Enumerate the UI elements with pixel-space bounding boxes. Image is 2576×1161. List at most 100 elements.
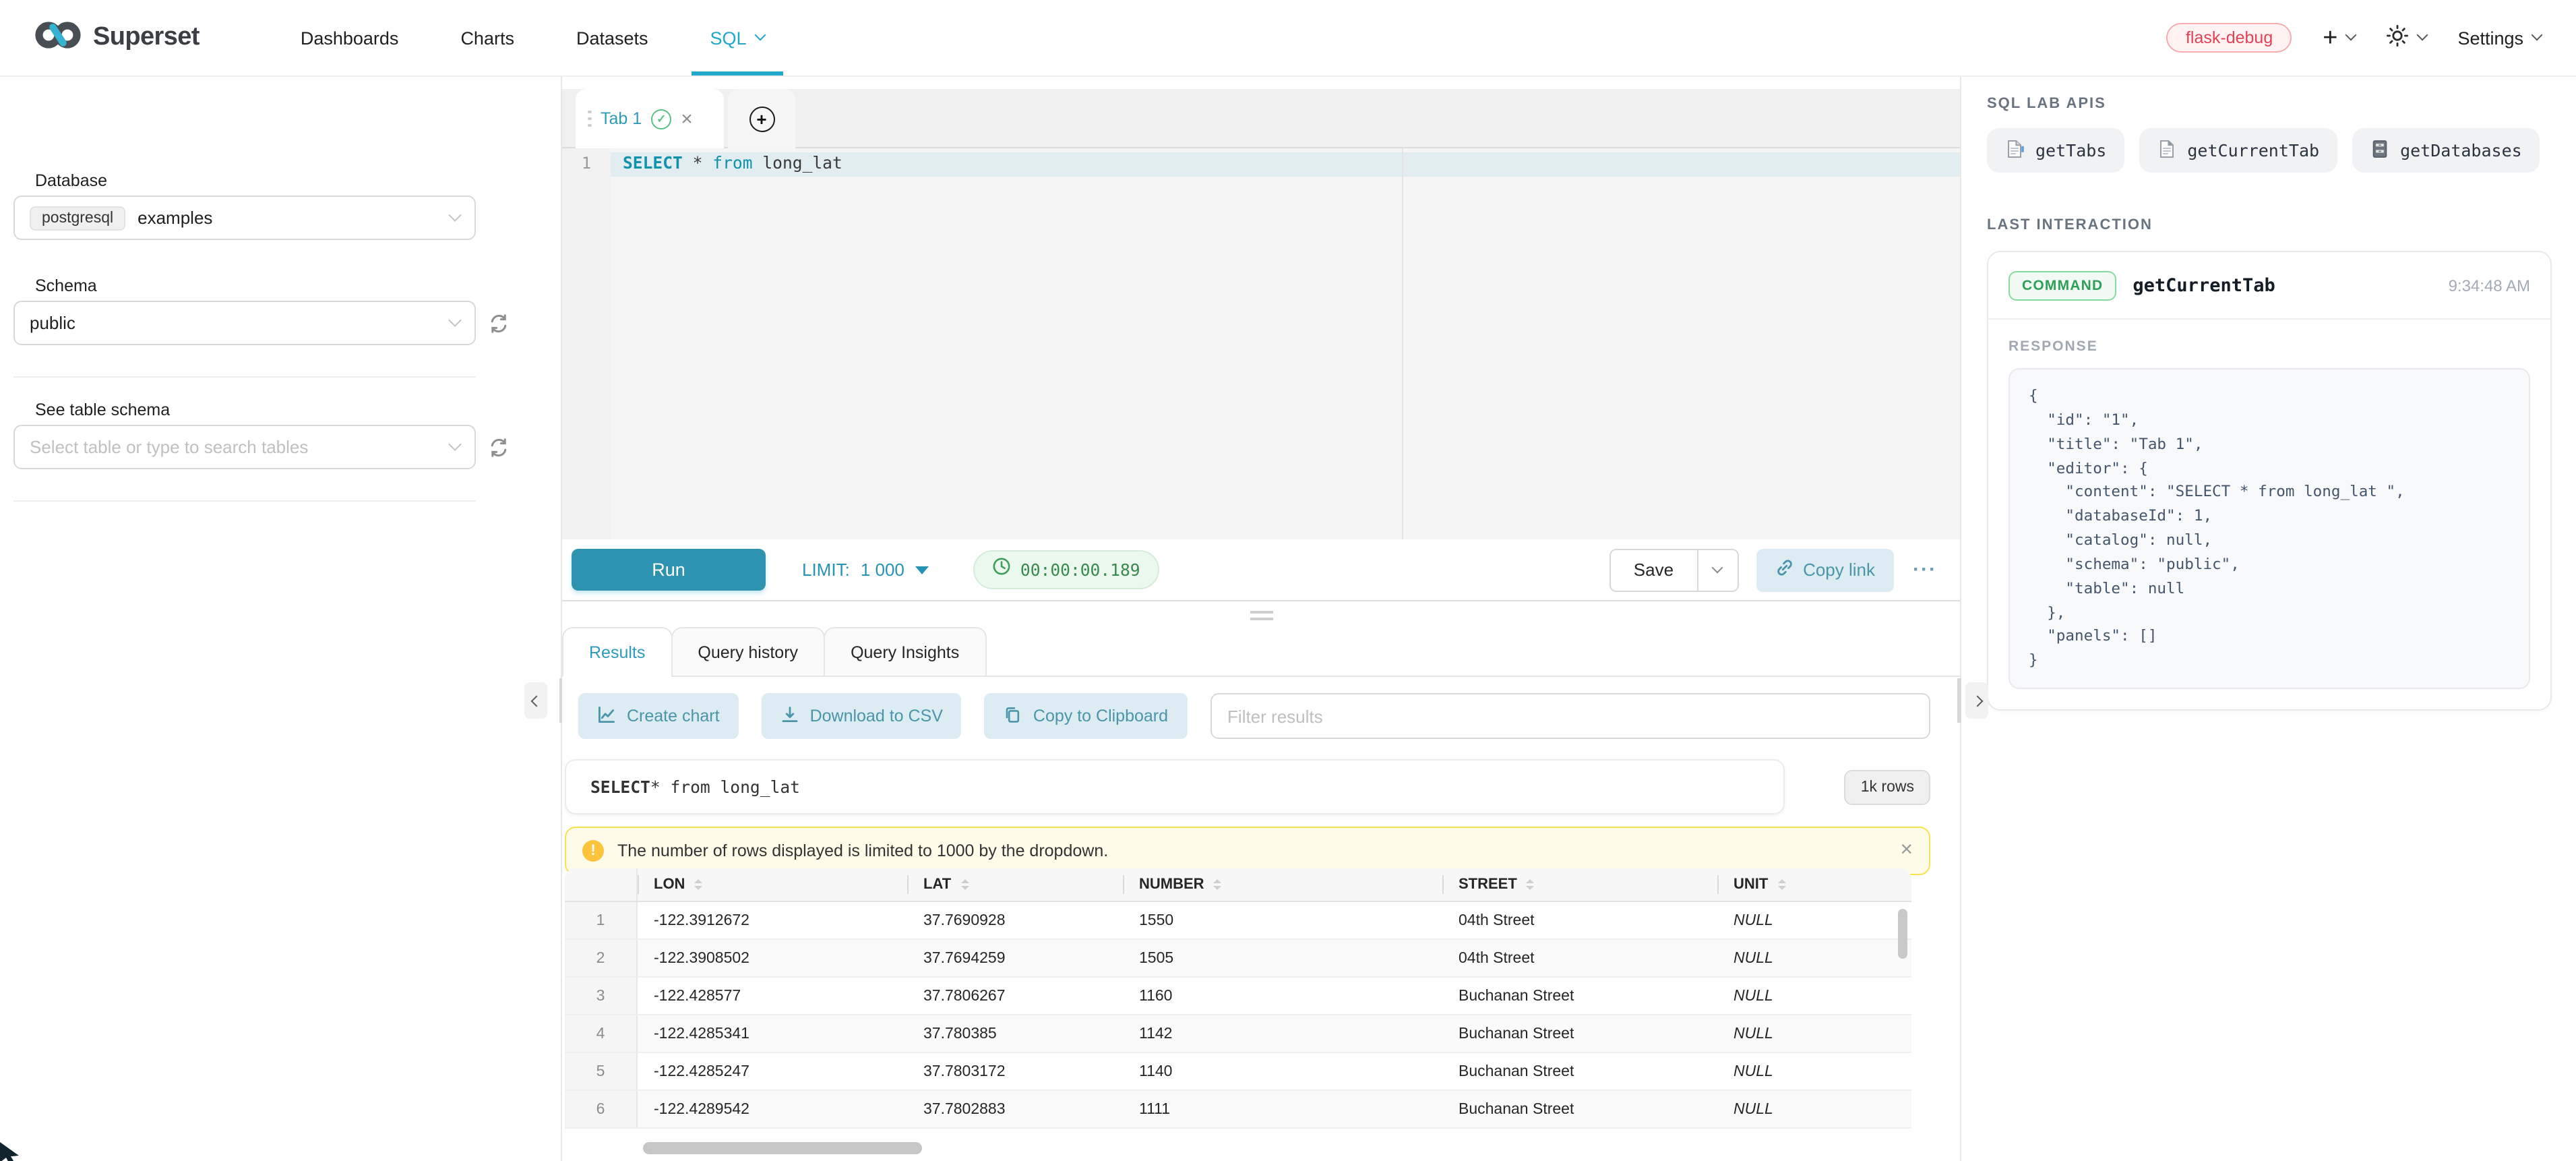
brand-title: Superset [93, 23, 200, 53]
sidebar-divider [13, 500, 476, 502]
mouse-cursor [0, 1139, 23, 1161]
line-number: 1 [562, 154, 611, 173]
chevron-down-icon [754, 30, 766, 41]
command-badge: COMMAND [2008, 270, 2116, 300]
link-icon [1775, 558, 1793, 581]
editor-tab-1[interactable]: Tab 1 ✓ × [576, 89, 724, 148]
nav-charts[interactable]: Charts [429, 0, 545, 76]
table-vertical-scrollbar[interactable] [1898, 909, 1907, 959]
sql-code-line: SELECT * from long_lat [623, 154, 842, 173]
collapse-sidebar-button[interactable] [524, 682, 547, 719]
sort-icon[interactable] [1777, 880, 1785, 890]
close-warning-icon[interactable]: × [1900, 840, 1913, 862]
column-header-unit[interactable]: UNIT [1717, 868, 1911, 901]
column-header-number[interactable]: NUMBER [1123, 868, 1442, 901]
limit-dropdown[interactable]: LIMIT: 1 000 [802, 560, 929, 580]
sort-icon[interactable] [1214, 880, 1222, 890]
save-split-button: Save [1609, 548, 1738, 591]
copy-clipboard-button[interactable]: Copy to Clipboard [985, 693, 1187, 739]
get-databases-button[interactable]: getDatabases [2352, 128, 2540, 173]
new-item-button[interactable]: + [2323, 25, 2355, 51]
plus-circle-icon: + [749, 106, 774, 131]
sort-icon[interactable] [960, 880, 969, 890]
table-select[interactable]: Select table or type to search tables [13, 425, 476, 469]
tab-query-history[interactable]: Query history [671, 627, 825, 677]
chevron-down-icon [448, 438, 462, 451]
last-interaction-card: COMMAND getCurrentTab 9:34:48 AM RESPONS… [1987, 251, 2552, 711]
save-options-button[interactable] [1698, 549, 1737, 590]
command-name: getCurrentTab [2133, 274, 2275, 296]
nav-dashboards[interactable]: Dashboards [270, 0, 430, 76]
page-tabs-icon [2004, 138, 2025, 162]
tab-results[interactable]: Results [562, 627, 672, 677]
editor-tabstrip: Tab 1 ✓ × + [562, 89, 1960, 148]
sort-icon[interactable] [1527, 880, 1535, 890]
sql-editor-panel: Tab 1 ✓ × + 1 SELECT * from long_lat Run [562, 77, 1961, 1161]
table-row[interactable]: 4 -122.4285341 37.780385 1142 Buchanan S… [565, 1015, 1911, 1053]
refresh-schemas-icon[interactable] [488, 313, 510, 334]
chevron-down-icon [1712, 562, 1723, 573]
nav-sql[interactable]: SQL [679, 0, 795, 76]
database-value: examples [137, 208, 212, 228]
column-header-street[interactable]: STREET [1442, 868, 1717, 901]
database-select[interactable]: postgresql examples [13, 196, 476, 240]
table-row[interactable]: 2 -122.3908502 37.7694259 1505 04th Stre… [565, 940, 1911, 978]
column-header-lon[interactable]: LON [638, 868, 907, 901]
query-preview: SELECT * from long_lat [565, 759, 1785, 814]
run-button[interactable]: Run [572, 549, 766, 591]
interaction-body: RESPONSE { "id": "1", "title": "Tab 1", … [1988, 320, 2550, 709]
drag-grip-icon[interactable] [588, 111, 591, 127]
column-header-lat[interactable]: LAT [907, 868, 1123, 901]
chevron-down-icon [448, 208, 462, 222]
navbar-right: flask-debug + Settings [2167, 0, 2541, 76]
panel-resize-handle[interactable] [1957, 678, 1961, 723]
main-nav: Dashboards Charts Datasets SQL [270, 0, 795, 76]
editor-gutter [562, 148, 611, 539]
table-row[interactable]: 6 -122.4289542 37.7802883 1111 Buchanan … [565, 1091, 1911, 1129]
line-chart-icon [597, 705, 616, 727]
file-cabinet-icon [2369, 138, 2389, 162]
table-row[interactable]: 1 -122.3912672 37.7690928 1550 04th Stre… [565, 902, 1911, 940]
query-timer: 00:00:00.189 [973, 550, 1159, 589]
download-csv-button[interactable]: Download to CSV [762, 693, 962, 739]
collapse-api-panel-button[interactable] [1965, 682, 1988, 719]
save-button[interactable]: Save [1611, 549, 1698, 590]
filter-results-input[interactable] [1210, 693, 1930, 739]
warning-icon: ! [582, 840, 604, 862]
environment-badge: flask-debug [2167, 23, 2292, 53]
schema-select[interactable]: public [13, 301, 476, 345]
copy-icon [1004, 705, 1022, 727]
table-horizontal-scrollbar[interactable] [565, 1141, 1929, 1157]
row-number-header [565, 868, 638, 901]
pane-resize-handle[interactable] [1250, 611, 1272, 620]
theme-toggle-button[interactable] [2386, 24, 2426, 51]
more-actions-button[interactable]: ··· [1913, 558, 1937, 581]
close-tab-icon[interactable]: × [681, 109, 693, 129]
sql-code-editor[interactable]: 1 SELECT * from long_lat [562, 148, 1960, 539]
settings-menu[interactable]: Settings [2457, 28, 2541, 48]
nav-datasets[interactable]: Datasets [545, 0, 679, 76]
table-row[interactable]: 5 -122.4285247 37.7803172 1140 Buchanan … [565, 1053, 1911, 1091]
query-preview-row: SELECT * from long_lat 1k rows [565, 759, 1930, 814]
add-tab-button[interactable]: + [728, 89, 795, 148]
table-row[interactable]: 3 -122.428577 37.7806267 1160 Buchanan S… [565, 978, 1911, 1015]
refresh-tables-icon[interactable] [488, 437, 510, 458]
api-buttons: getTabs getCurrentTab [1987, 128, 2540, 173]
sun-icon [2386, 24, 2409, 51]
editor-toolbar: Run LIMIT: 1 000 00:00:00.189 [562, 539, 1960, 601]
chevron-down-icon [2532, 30, 2543, 41]
get-current-tab-button[interactable]: getCurrentTab [2139, 128, 2337, 173]
chevron-down-icon [448, 314, 462, 327]
response-json: { "id": "1", "title": "Tab 1", "editor":… [2029, 384, 2510, 673]
response-json-box: { "id": "1", "title": "Tab 1", "editor":… [2008, 368, 2530, 689]
scrollbar-thumb[interactable] [643, 1142, 922, 1154]
chevron-down-icon [2345, 30, 2357, 41]
copy-link-button[interactable]: Copy link [1756, 548, 1894, 591]
tab-query-insights[interactable]: Query Insights [824, 627, 986, 677]
get-tabs-button[interactable]: getTabs [1987, 128, 2124, 173]
create-chart-button[interactable]: Create chart [578, 693, 739, 739]
last-interaction-label: LAST INTERACTION [1987, 217, 2153, 233]
schema-label: Schema [35, 276, 97, 295]
sort-icon[interactable] [694, 880, 702, 890]
brand[interactable]: Superset [35, 0, 200, 76]
